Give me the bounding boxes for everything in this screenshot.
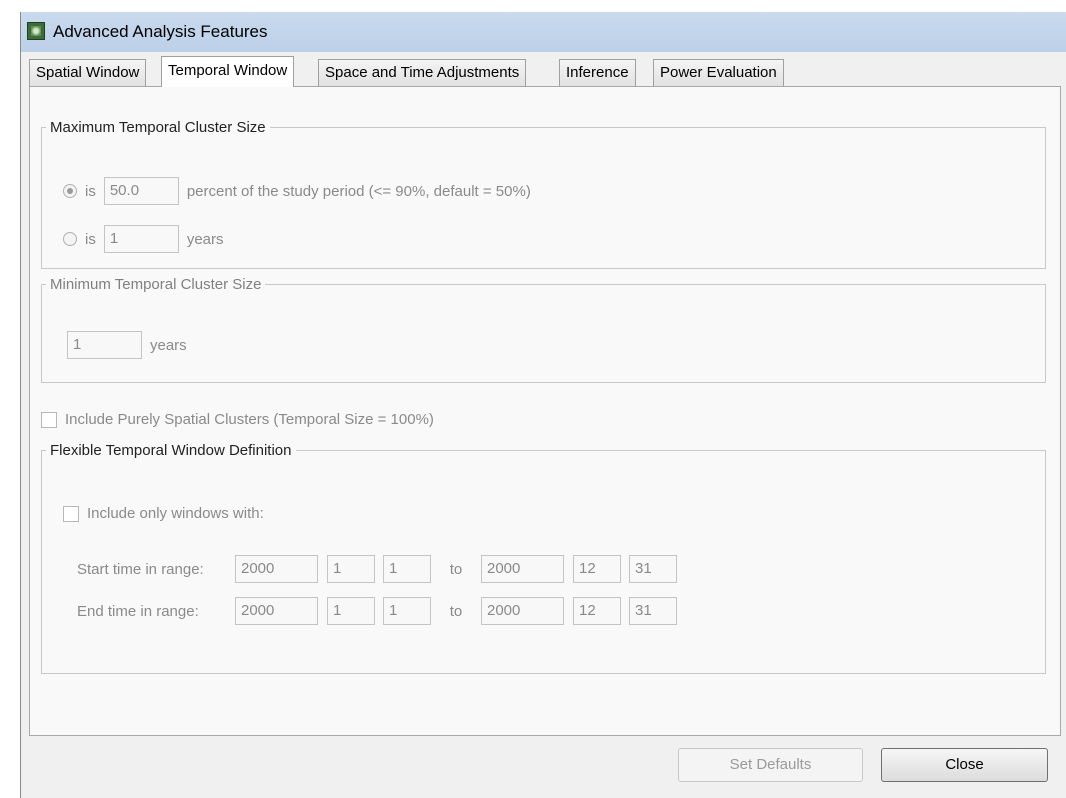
percent-radio[interactable] (63, 184, 77, 198)
end-range-label: End time in range: (77, 602, 199, 620)
years-suffix-label: years (186, 230, 224, 248)
max-cluster-percent-row: is 50.0 percent of the study period (<= … (63, 177, 531, 205)
window-title: Advanced Analysis Features (53, 22, 268, 41)
end-to-year-input[interactable]: 2000 (481, 597, 564, 625)
include-only-label: Include only windows with: (87, 505, 264, 522)
tab-spatial-window[interactable]: Spatial Window (29, 59, 147, 86)
tab-inference[interactable]: Inference (559, 59, 636, 86)
start-range-label: Start time in range: (77, 560, 204, 578)
temporal-window-panel: Maximum Temporal Cluster Size is 50.0 pe… (29, 86, 1061, 736)
min-cluster-legend: Minimum Temporal Cluster Size (50, 276, 262, 293)
end-from-day-input[interactable]: 1 (383, 597, 431, 625)
end-range-row: End time in range: 2000 1 1 to 2000 12 3… (77, 597, 677, 625)
title-bar: Advanced Analysis Features (21, 12, 1066, 52)
percent-input[interactable]: 50.0 (103, 177, 179, 205)
tab-power-evaluation[interactable]: Power Evaluation (653, 59, 784, 86)
end-to-label: to (449, 602, 463, 620)
percent-suffix-label: percent of the study period (<= 90%, def… (186, 182, 531, 200)
start-to-month-input[interactable]: 12 (573, 555, 621, 583)
start-from-day-input[interactable]: 1 (383, 555, 431, 583)
end-to-month-input[interactable]: 12 (573, 597, 621, 625)
min-cluster-input[interactable]: 1 (67, 331, 142, 359)
start-to-day-input[interactable]: 31 (629, 555, 677, 583)
start-to-label: to (449, 560, 463, 578)
end-from-year-input[interactable]: 2000 (235, 597, 318, 625)
years-input[interactable]: 1 (103, 225, 179, 253)
include-only-row: Include only windows with: (63, 505, 264, 522)
max-cluster-years-row: is 1 years (63, 225, 224, 253)
set-defaults-button[interactable]: Set Defaults (678, 748, 863, 782)
end-from-month-input[interactable]: 1 (327, 597, 375, 625)
purely-spatial-row: Include Purely Spatial Clusters (Tempora… (41, 411, 434, 428)
tab-temporal-window[interactable]: Temporal Window (161, 56, 295, 87)
years-radio[interactable] (63, 232, 77, 246)
end-to-day-input[interactable]: 31 (629, 597, 677, 625)
purely-spatial-label: Include Purely Spatial Clusters (Tempora… (65, 411, 434, 428)
start-from-year-input[interactable]: 2000 (235, 555, 318, 583)
close-button[interactable]: Close (881, 748, 1048, 782)
min-cluster-group: Minimum Temporal Cluster Size (41, 276, 1046, 383)
percent-is-label: is (85, 182, 96, 200)
max-cluster-legend: Maximum Temporal Cluster Size (50, 119, 266, 136)
min-cluster-row: 1 years (67, 331, 187, 359)
min-cluster-suffix-label: years (150, 336, 187, 354)
include-only-checkbox[interactable] (63, 505, 79, 522)
tab-space-time-adjustments[interactable]: Space and Time Adjustments (318, 59, 527, 86)
app-globe-icon (27, 22, 45, 40)
start-from-month-input[interactable]: 1 (327, 555, 375, 583)
purely-spatial-checkbox[interactable] (41, 411, 57, 428)
start-range-row: Start time in range: 2000 1 1 to 2000 12… (77, 555, 677, 583)
dialog-window: Advanced Analysis Features Spatial Windo… (20, 12, 1066, 798)
years-is-label: is (85, 230, 96, 248)
flexible-window-legend: Flexible Temporal Window Definition (50, 442, 292, 459)
start-to-year-input[interactable]: 2000 (481, 555, 564, 583)
